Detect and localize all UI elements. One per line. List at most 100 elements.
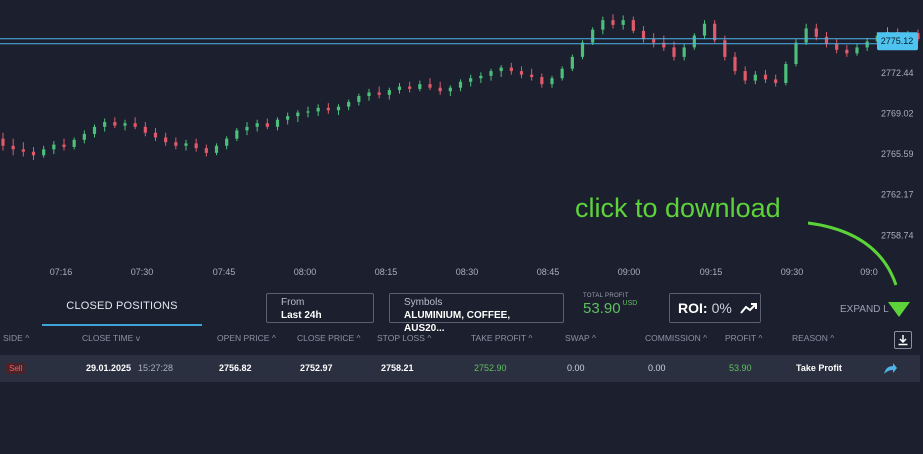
candle-body [530,74,534,78]
candle-body [316,107,320,112]
symbols-value: ALUMINIUM, COFFEE, AUS20... [404,310,511,334]
candle-body [174,142,178,146]
x-tick-label: 08:45 [537,267,560,277]
sort-up-icon: ^ [528,333,533,343]
candle-body [397,86,402,91]
candle-body [763,74,768,80]
current-price-label: 2775.12 [881,36,914,46]
x-tick-label: 09:00 [618,267,641,277]
annotation-arrowhead [888,302,910,317]
expand-button[interactable]: EXPAND L [840,304,889,315]
take-profit: 2752.90 [474,363,507,373]
candle-body [103,122,107,127]
price-chart[interactable]: 2772.44 2769.02 2765.59 2762.17 2758.74 07:1… [0,0,923,290]
candles-layer [1,14,920,160]
close-price: 2752.97 [300,363,333,373]
header-close-time[interactable]: CLOSE TIME v [82,333,140,343]
candle-body [113,122,117,126]
y-tick-label: 2769.02 [881,109,914,119]
table-row[interactable]: Sell 29.01.2025 15:27:28 2756.82 2752.97… [0,355,920,382]
candle-body [62,144,66,147]
candle-body [580,42,585,57]
candle-body [652,39,656,43]
candle-body [52,144,56,150]
candle-body [865,41,869,48]
x-tick-label: 08:30 [456,267,479,277]
total-profit-label: TOTAL PROFIT [583,293,629,299]
chart-canvas[interactable]: 2772.44 2769.02 2765.59 2762.17 2758.74 07:1… [0,0,923,290]
candle-body [42,149,46,156]
candle-body [133,123,137,127]
profit: 53.90 [729,363,752,373]
header-commission[interactable]: COMMISSION ^ [645,333,707,343]
candle-body [814,28,818,37]
candle-body [804,28,808,43]
candle-body [682,47,686,57]
candle-body [713,23,717,41]
candle-body [265,123,269,127]
header-take-profit[interactable]: TAKE PROFIT ^ [471,333,532,343]
header-open-price[interactable]: OPEN PRICE ^ [217,333,276,343]
candle-body [499,67,503,72]
header-swap[interactable]: SWAP ^ [565,333,596,343]
close-date: 29.01.2025 [86,363,132,373]
x-tick-label: 07:16 [50,267,73,277]
tab-closed-positions[interactable]: CLOSED POSITIONS [42,288,202,326]
candle-body [458,81,463,88]
header-close-price[interactable]: CLOSE PRICE ^ [297,333,361,343]
candle-body [306,111,310,113]
candle-body [428,84,432,88]
candle-body [621,20,625,25]
candle-body [336,106,341,111]
sort-up-icon: ^ [591,333,596,343]
candle-body [31,151,36,156]
symbols-filter[interactable]: Symbols ALUMINIUM, COFFEE, AUS20... [389,293,564,334]
candle-body [225,138,229,146]
header-side[interactable]: SIDE ^ [3,333,29,343]
candle-body [255,123,259,127]
candle-body [479,75,483,79]
sort-up-icon: ^ [830,333,835,343]
candle-body [672,47,676,57]
candle-body [184,143,188,146]
candle-body [123,123,127,126]
candle-body [214,145,219,153]
roi-button[interactable]: ROI: 0% [669,293,761,323]
candle-body [784,64,788,83]
total-profit-amount: 53.90 [583,300,621,317]
candle-body [326,107,330,111]
candle-body [387,90,391,95]
from-label: From [281,297,305,308]
candle-body [377,92,381,95]
positions-panel: CLOSED POSITIONS From Last 24h Symbols A… [0,288,923,454]
y-axis: 2772.44 2769.02 2765.59 2762.17 2758.74 [881,68,914,240]
candle-body [296,112,300,117]
candle-body [743,71,747,81]
y-tick-label: 2762.17 [881,190,914,200]
candle-body [540,77,544,85]
sort-up-icon: ^ [356,333,361,343]
header-profit[interactable]: PROFIT ^ [725,333,762,343]
sort-up-icon: ^ [25,333,30,343]
header-reason[interactable]: REASON ^ [792,333,834,343]
sort-down-icon: v [135,333,140,343]
download-button[interactable] [894,331,912,349]
current-price-badge: 2775.12 [877,32,918,51]
candle-body [835,43,839,50]
x-tick-label: 07:30 [131,267,154,277]
from-filter[interactable]: From Last 24h [266,293,374,323]
header-stop-loss[interactable]: STOP LOSS ^ [377,333,431,343]
candle-body [448,87,452,92]
candle-body [723,40,727,57]
y-tick-label: 2772.44 [881,68,914,78]
candle-body [347,101,351,107]
close-time: 15:27:28 [138,363,174,373]
candle-body [702,23,707,36]
total-profit: TOTAL PROFIT 53.90 USD [583,293,637,317]
x-tick-label: 09:0 [860,267,878,277]
share-icon[interactable] [882,355,898,382]
candle-body [245,126,249,131]
trend-up-icon [740,302,758,314]
x-tick-label: 09:30 [781,267,804,277]
candle-body [204,148,208,153]
